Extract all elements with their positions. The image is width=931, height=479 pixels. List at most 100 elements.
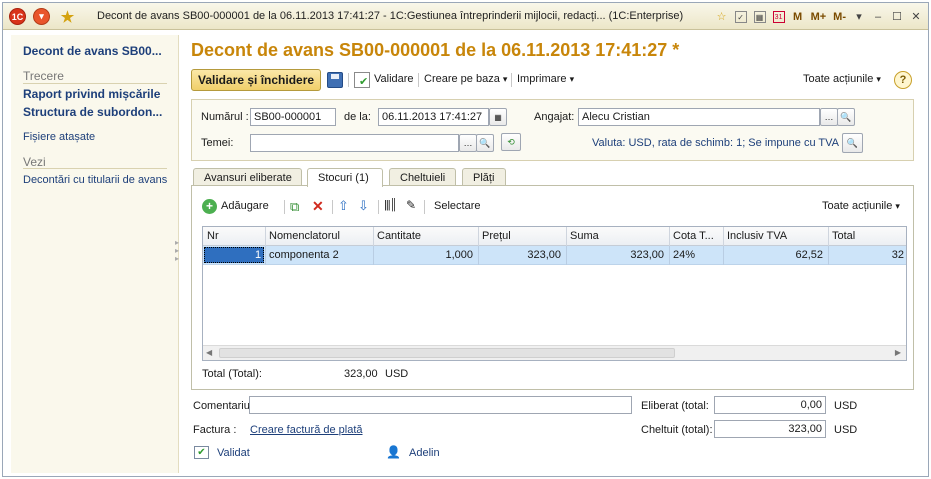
spent-total-field: 323,00 [714,420,826,438]
number-label: Numărul : [201,111,249,123]
print-dropdown[interactable]: Imprimare ▾ [517,73,574,85]
calendar-icon[interactable]: 31 [772,10,785,23]
menu-dropdown-icon[interactable]: ▾ [33,8,50,25]
tab-stocks[interactable]: Stocuri (1) [307,168,383,187]
copy-row-icon[interactable]: ⧉ [290,199,299,215]
employee-label: Angajat: [534,111,575,123]
nav-item-attached-files[interactable]: Fișiere atașate [23,131,95,143]
memory-m-button[interactable]: M [792,11,804,23]
employee-open-icon[interactable]: 🔍 [837,108,855,126]
column-divider [566,227,567,246]
horizontal-scrollbar[interactable]: ◀ ▶ [203,345,906,360]
chevron-down-icon: ▾ [569,74,575,84]
author-name[interactable]: Adelin [409,447,440,459]
column-header-vat[interactable]: Inclusiv TVA [727,230,787,242]
toolbar-separator [284,200,285,214]
minimize-icon[interactable]: – [872,11,884,23]
toolbar-separator [511,73,512,87]
all-actions-dropdown[interactable]: Toate acțiunile ▾ [803,73,881,85]
currency-info-link[interactable]: Valuta: USD, rata de schimb: 1; Se impun… [592,137,839,149]
panel-resize-handle[interactable]: ▸ ▸ ▸ [175,239,179,263]
tab-expenses[interactable]: Cheltuieli [389,168,456,186]
nav-item-advance-settlements[interactable]: Decontări cu titularii de avans [23,174,167,186]
employee-field[interactable]: Alecu Cristian [578,108,820,126]
column-header-qty[interactable]: Cantitate [377,230,421,242]
topic-refresh-icon[interactable]: ⟲ [501,133,521,151]
memory-minus-button[interactable]: M- [833,11,846,23]
column-divider [478,227,479,246]
number-field[interactable]: SB00-000001 [250,108,336,126]
cell-sum: 323,00 [630,249,664,261]
create-invoice-link[interactable]: Creare factură de plată [250,424,363,436]
calculator-icon[interactable]: ▦ [753,10,766,23]
move-down-icon[interactable]: ⇩ [358,198,369,214]
maximize-icon[interactable]: ☐ [891,10,903,23]
cell-vat: 62,52 [795,249,823,261]
spent-total-label: Cheltuit (total): [641,424,713,436]
table-all-actions-dropdown[interactable]: Toate acțiunile ▾ [822,200,900,212]
app-window: 1C ▾ ★ Decont de avans SB00-000001 de la… [2,2,929,477]
help-icon[interactable]: ? [894,71,912,89]
column-header-price[interactable]: Prețul [482,230,511,242]
delete-row-icon[interactable]: ✕ [312,198,324,215]
all-actions-label: Toate acțiunile [803,73,874,85]
add-button[interactable]: Adăugare [221,200,269,212]
save-disk-icon[interactable] [327,72,343,88]
comment-label: Comentariu: [193,400,253,412]
column-header-nr[interactable]: Nr [207,230,219,242]
issued-currency: USD [834,400,858,412]
column-header-vat-rate[interactable]: Cota T... [673,230,714,242]
chevron-down-icon[interactable]: ▾ [853,10,865,23]
column-divider [669,227,670,246]
stocks-tab-panel: + Adăugare ⧉ ✕ ⇧ ⇩ |||║ ✎ Selectare Toat… [191,185,914,390]
add-icon[interactable]: + [202,199,217,214]
bookmark-icon[interactable]: ✓ [734,10,747,23]
topic-search-icon[interactable]: 🔍 [476,134,494,152]
total-value: 323,00 [344,368,378,380]
chevron-down-icon: ▾ [895,201,900,211]
column-divider [566,246,567,265]
validated-status-icon: ✔ [194,446,209,459]
date-field[interactable]: 06.11.2013 17:41:27 [378,108,489,126]
stocks-table[interactable]: Nr Nomenclatorul Cantitate Prețul Suma C… [202,226,907,361]
add-favorite-icon[interactable]: ☆ [716,10,728,23]
close-icon[interactable]: ✕ [910,10,922,23]
column-header-total[interactable]: Total [832,230,855,242]
scroll-left-icon[interactable]: ◀ [206,348,212,357]
currency-search-icon[interactable]: 🔍 [842,133,863,153]
barcode-scanner-icon[interactable]: ✎ [406,198,416,212]
nav-item-subordination-structure[interactable]: Structura de subordon... [23,105,162,119]
column-header-item[interactable]: Nomenclatorul [269,230,340,242]
favorite-star-icon[interactable]: ★ [59,8,76,26]
scroll-right-icon[interactable]: ▶ [895,348,901,357]
1c-logo-icon[interactable]: 1C [9,8,26,25]
topic-field[interactable] [250,134,459,152]
nav-item-movements-report[interactable]: Raport privind mișcările [23,87,160,101]
employee-select-button[interactable]: … [820,108,838,126]
table-row[interactable]: 1 componenta 2 1,000 323,00 323,00 24% 6… [203,246,906,265]
status-text: Validat [217,447,250,459]
validate-document-icon[interactable]: ✔ [354,72,370,88]
create-on-base-dropdown[interactable]: Creare pe baza ▾ [424,73,507,85]
topic-select-button[interactable]: … [459,134,477,152]
column-header-sum[interactable]: Suma [570,230,599,242]
nav-current-document[interactable]: Decont de avans SB00... [23,44,162,58]
column-divider [478,246,479,265]
column-divider [373,227,374,246]
barcode-icon[interactable]: |||║ [384,199,397,211]
nav-section-vezi: Vezi [23,155,46,169]
tab-payments[interactable]: Plăți [462,168,506,186]
chevron-down-icon: ▾ [502,74,508,84]
spent-currency: USD [834,424,858,436]
validate-button[interactable]: Validare [374,73,414,85]
navigation-panel: Decont de avans SB00... Trecere Raport p… [11,35,179,473]
save-and-close-button[interactable]: Validare și închidere [191,69,322,91]
calendar-picker-icon[interactable]: ▦ [489,108,507,126]
move-up-icon[interactable]: ⇧ [338,198,349,214]
scroll-thumb[interactable] [219,348,675,358]
select-button[interactable]: Selectare [434,200,480,212]
comment-field[interactable] [249,396,632,414]
issued-total-label: Eliberat (total: [641,400,709,412]
tab-advances-issued[interactable]: Avansuri eliberate [193,168,302,186]
memory-plus-button[interactable]: M+ [811,11,827,23]
